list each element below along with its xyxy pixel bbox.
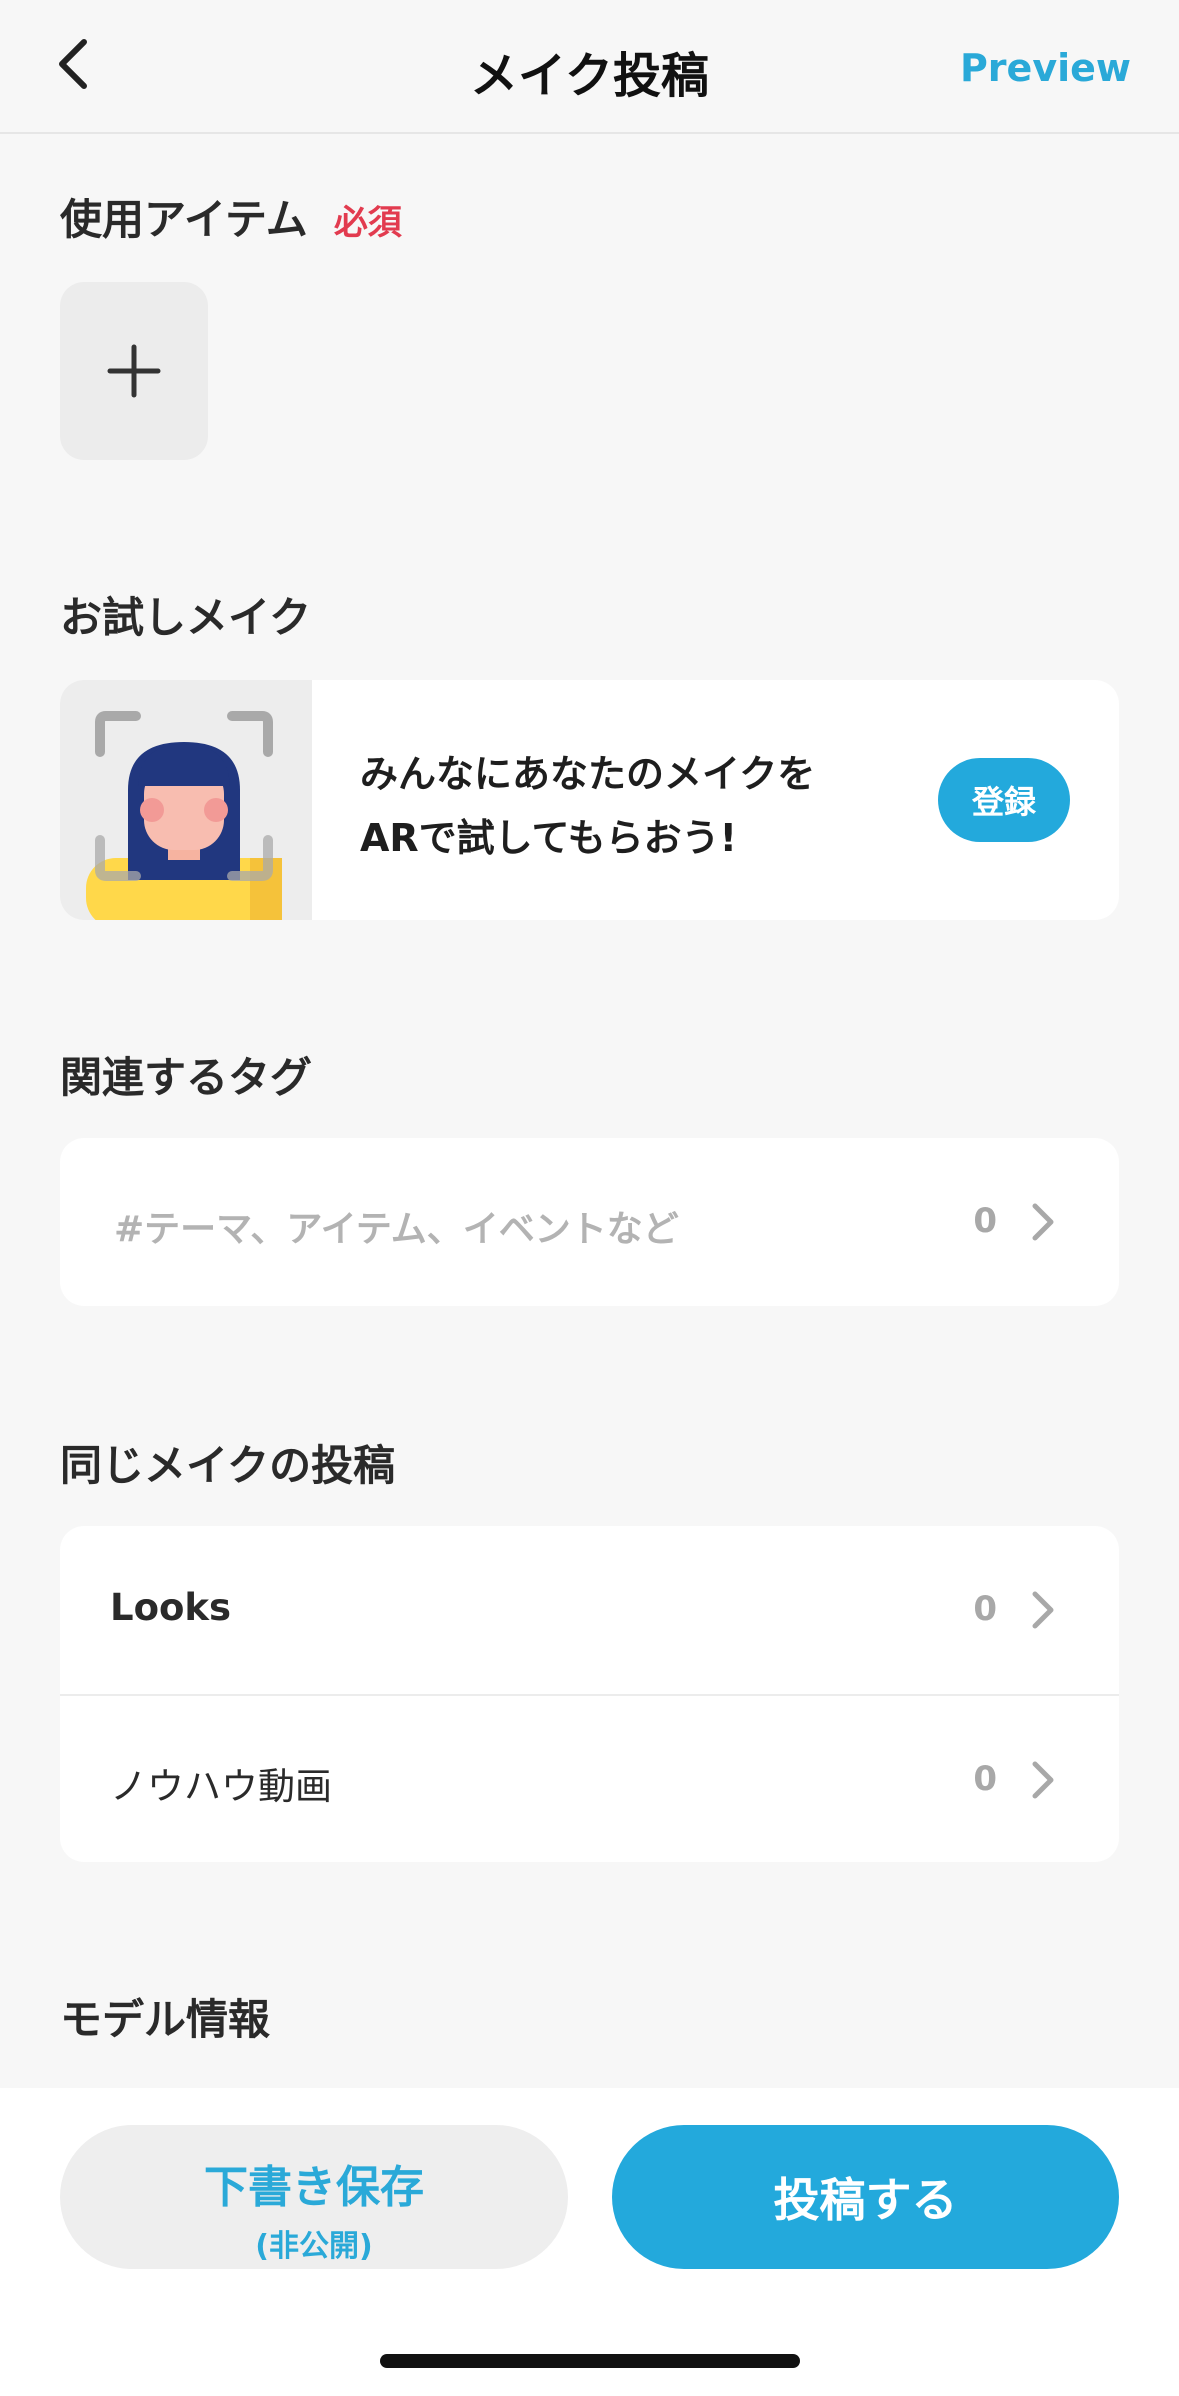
items-section-title: 使用アイテム 必須 xyxy=(60,186,402,247)
same-makeup-section-title: 同じメイクの投稿 xyxy=(60,1441,396,1490)
ar-face-illustration xyxy=(60,680,312,920)
required-badge: 必須 xyxy=(333,203,402,243)
looks-count: 0 xyxy=(973,1589,997,1629)
howto-video-row[interactable]: ノウハウ動画 0 xyxy=(60,1694,1119,1862)
save-draft-sublabel: (非公開) xyxy=(255,2229,373,2264)
chevron-right-icon xyxy=(1032,1203,1054,1241)
home-indicator xyxy=(380,2354,800,2368)
ar-description: みんなにあなたのメイクを ARで試してもらおう! xyxy=(360,742,815,870)
model-info-section-title: モデル情報 xyxy=(60,1995,271,2044)
tags-placeholder: #テーマ、アイテム、イベントなど xyxy=(114,1209,679,1250)
tags-input-row[interactable]: #テーマ、アイテム、イベントなど 0 xyxy=(60,1138,1119,1306)
nav-header: メイク投稿 Preview xyxy=(0,0,1179,134)
bottom-action-bar: 下書き保存 (非公開) 投稿する xyxy=(0,2088,1179,2396)
tags-count: 0 xyxy=(973,1201,997,1241)
plus-icon xyxy=(107,344,161,398)
tags-section-title: 関連するタグ xyxy=(60,1053,313,1102)
save-draft-button[interactable]: 下書き保存 (非公開) xyxy=(60,2125,568,2269)
items-section-label: 使用アイテム xyxy=(60,195,308,244)
ar-description-line1: みんなにあなたのメイクを xyxy=(360,752,816,796)
same-makeup-list: Looks 0 ノウハウ動画 0 xyxy=(60,1526,1119,1862)
chevron-right-icon xyxy=(1032,1591,1054,1629)
register-button[interactable]: 登録 xyxy=(938,758,1070,842)
looks-row[interactable]: Looks 0 xyxy=(60,1526,1119,1694)
chevron-right-icon xyxy=(1032,1761,1054,1799)
save-draft-label: 下書き保存 xyxy=(204,2162,424,2213)
ar-try-on-card[interactable]: みんなにあなたのメイクを ARで試してもらおう! 登録 xyxy=(60,680,1119,920)
howto-video-count: 0 xyxy=(973,1759,997,1799)
add-item-button[interactable] xyxy=(60,282,208,460)
try-on-section-title: お試しメイク xyxy=(60,593,312,642)
looks-label: Looks xyxy=(110,1586,232,1629)
ar-description-line2: ARで試してもらおう! xyxy=(360,816,737,860)
howto-video-label: ノウハウ動画 xyxy=(110,1765,332,1808)
preview-button[interactable]: Preview xyxy=(960,46,1131,90)
post-button[interactable]: 投稿する xyxy=(612,2125,1119,2269)
